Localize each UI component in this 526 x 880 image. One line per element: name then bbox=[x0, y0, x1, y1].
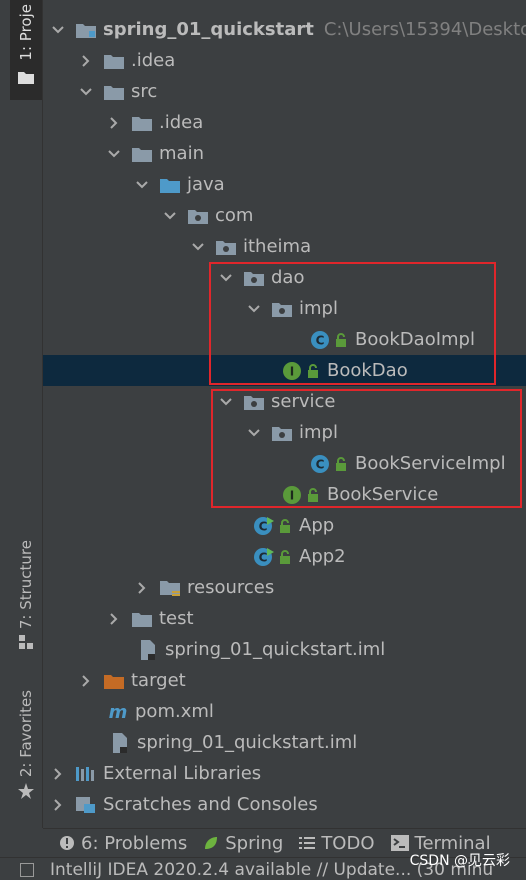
resources-folder-icon bbox=[159, 578, 181, 598]
tree-node-src-idea[interactable]: .idea bbox=[43, 107, 526, 138]
chevron-right-icon[interactable] bbox=[107, 612, 121, 626]
highlight-box-service bbox=[211, 389, 522, 508]
tree-node-pom[interactable]: m pom.xml bbox=[43, 696, 526, 727]
svg-text:m: m bbox=[109, 702, 128, 722]
tree-node-label: Scratches and Consoles bbox=[103, 794, 318, 815]
tree-node-main[interactable]: main bbox=[43, 138, 526, 169]
svg-text:C: C bbox=[259, 519, 268, 533]
tree-node-target[interactable]: target bbox=[43, 665, 526, 696]
tool-tab-structure-label: 7: Structure bbox=[17, 540, 35, 630]
folder-icon bbox=[131, 113, 153, 133]
tree-node-external-libraries[interactable]: External Libraries bbox=[43, 758, 526, 789]
iml-file-icon bbox=[137, 639, 159, 660]
status-toggle-icon[interactable] bbox=[20, 863, 34, 877]
tree-node-label: main bbox=[159, 143, 204, 164]
structure-icon bbox=[19, 635, 33, 650]
tool-tab-todo-label: TODO bbox=[321, 832, 375, 854]
tool-tab-spring[interactable]: Spring bbox=[203, 833, 283, 854]
tree-node-src[interactable]: src bbox=[43, 76, 526, 107]
chevron-down-icon[interactable] bbox=[163, 209, 177, 223]
chevron-right-icon[interactable] bbox=[51, 798, 65, 812]
tree-node-scratches[interactable]: Scratches and Consoles bbox=[43, 789, 526, 820]
project-name: spring_01_quickstart bbox=[103, 19, 314, 40]
tree-node-src-iml[interactable]: spring_01_quickstart.iml bbox=[43, 634, 526, 665]
spring-leaf-icon bbox=[203, 835, 219, 851]
excluded-folder-icon bbox=[103, 671, 125, 691]
tree-node-label: target bbox=[131, 670, 186, 691]
tool-tab-project-label: 1: Proje bbox=[17, 4, 35, 61]
maven-icon: m bbox=[107, 702, 129, 722]
chevron-right-icon[interactable] bbox=[107, 116, 121, 130]
tree-node-test[interactable]: test bbox=[43, 603, 526, 634]
tree-node-label: pom.xml bbox=[135, 701, 214, 722]
module-folder-icon bbox=[75, 20, 97, 40]
tool-tab-todo[interactable]: TODO bbox=[299, 832, 375, 854]
project-tree[interactable]: spring_01_quickstart C:\Users\15394\Desk… bbox=[43, 0, 526, 828]
tool-tab-problems-label: 6: Problems bbox=[81, 832, 188, 854]
chevron-right-icon[interactable] bbox=[79, 674, 93, 688]
chevron-right-icon[interactable] bbox=[79, 54, 93, 68]
tree-node-label: App2 bbox=[299, 546, 346, 567]
chevron-down-icon[interactable] bbox=[107, 147, 121, 161]
tree-node-label: com bbox=[215, 205, 254, 226]
runnable-class-icon: C bbox=[253, 516, 275, 536]
window-edge bbox=[0, 0, 10, 879]
star-icon bbox=[18, 783, 34, 800]
tree-node-resources[interactable]: resources bbox=[43, 572, 526, 603]
highlight-box-dao bbox=[209, 262, 496, 385]
tree-node-java[interactable]: java bbox=[43, 169, 526, 200]
folder-icon bbox=[131, 144, 153, 164]
tool-tab-structure[interactable]: 7: Structure bbox=[10, 540, 42, 665]
tool-tab-favorites[interactable]: 2: Favorites bbox=[10, 690, 42, 810]
tool-tab-spring-label: Spring bbox=[225, 832, 284, 854]
tree-node-label: .idea bbox=[131, 50, 176, 71]
tree-node-label: App bbox=[299, 515, 335, 536]
libraries-icon bbox=[75, 764, 97, 784]
tree-node-itheima[interactable]: itheima bbox=[43, 231, 526, 262]
tree-node-label: External Libraries bbox=[103, 763, 262, 784]
tool-tab-project[interactable]: 1: Proje bbox=[10, 0, 42, 100]
tree-node-root-iml[interactable]: spring_01_quickstart.iml bbox=[43, 727, 526, 758]
tree-node-app[interactable]: C App bbox=[43, 510, 526, 541]
folder-icon bbox=[18, 72, 34, 84]
todo-list-icon bbox=[299, 836, 316, 850]
package-icon bbox=[187, 206, 209, 226]
tree-node-label: src bbox=[131, 81, 158, 102]
folder-icon bbox=[131, 609, 153, 629]
tool-tab-favorites-label: 2: Favorites bbox=[17, 690, 35, 778]
chevron-down-icon[interactable] bbox=[191, 240, 205, 254]
tree-node-app2[interactable]: C App2 bbox=[43, 541, 526, 572]
tree-node-label: java bbox=[187, 174, 225, 195]
tree-node-root[interactable]: spring_01_quickstart C:\Users\15394\Desk… bbox=[43, 14, 526, 45]
tree-node-label: itheima bbox=[243, 236, 312, 257]
project-path: C:\Users\15394\Deskto bbox=[323, 19, 526, 40]
lock-icon bbox=[279, 518, 291, 533]
runnable-class-icon: C bbox=[253, 547, 275, 567]
scratches-icon bbox=[75, 795, 97, 815]
tool-tab-problems[interactable]: 6: Problems bbox=[59, 833, 187, 854]
lock-icon bbox=[279, 549, 291, 564]
chevron-right-icon[interactable] bbox=[51, 767, 65, 781]
folder-icon bbox=[103, 82, 125, 102]
svg-text:C: C bbox=[259, 550, 268, 564]
left-tool-window-bar: 1: Proje 7: Structure 2: Favorites bbox=[10, 0, 43, 828]
chevron-down-icon[interactable] bbox=[51, 23, 65, 37]
problems-icon bbox=[59, 835, 75, 851]
source-folder-icon bbox=[159, 175, 181, 195]
package-icon bbox=[215, 237, 237, 257]
chevron-down-icon[interactable] bbox=[135, 178, 149, 192]
tree-node-label: spring_01_quickstart.iml bbox=[165, 639, 386, 660]
tree-node-label: test bbox=[159, 608, 194, 629]
watermark: CSDN @见云彩 bbox=[409, 853, 510, 869]
tree-node-label: .idea bbox=[159, 112, 204, 133]
chevron-down-icon[interactable] bbox=[79, 85, 93, 99]
tree-node-com[interactable]: com bbox=[43, 200, 526, 231]
tree-node-idea[interactable]: .idea bbox=[43, 45, 526, 76]
terminal-icon bbox=[390, 835, 409, 851]
iml-file-icon bbox=[109, 732, 131, 753]
chevron-right-icon[interactable] bbox=[135, 581, 149, 595]
tree-node-label: resources bbox=[187, 577, 275, 598]
folder-icon bbox=[103, 51, 125, 71]
tree-node-label: spring_01_quickstart.iml bbox=[137, 732, 358, 753]
